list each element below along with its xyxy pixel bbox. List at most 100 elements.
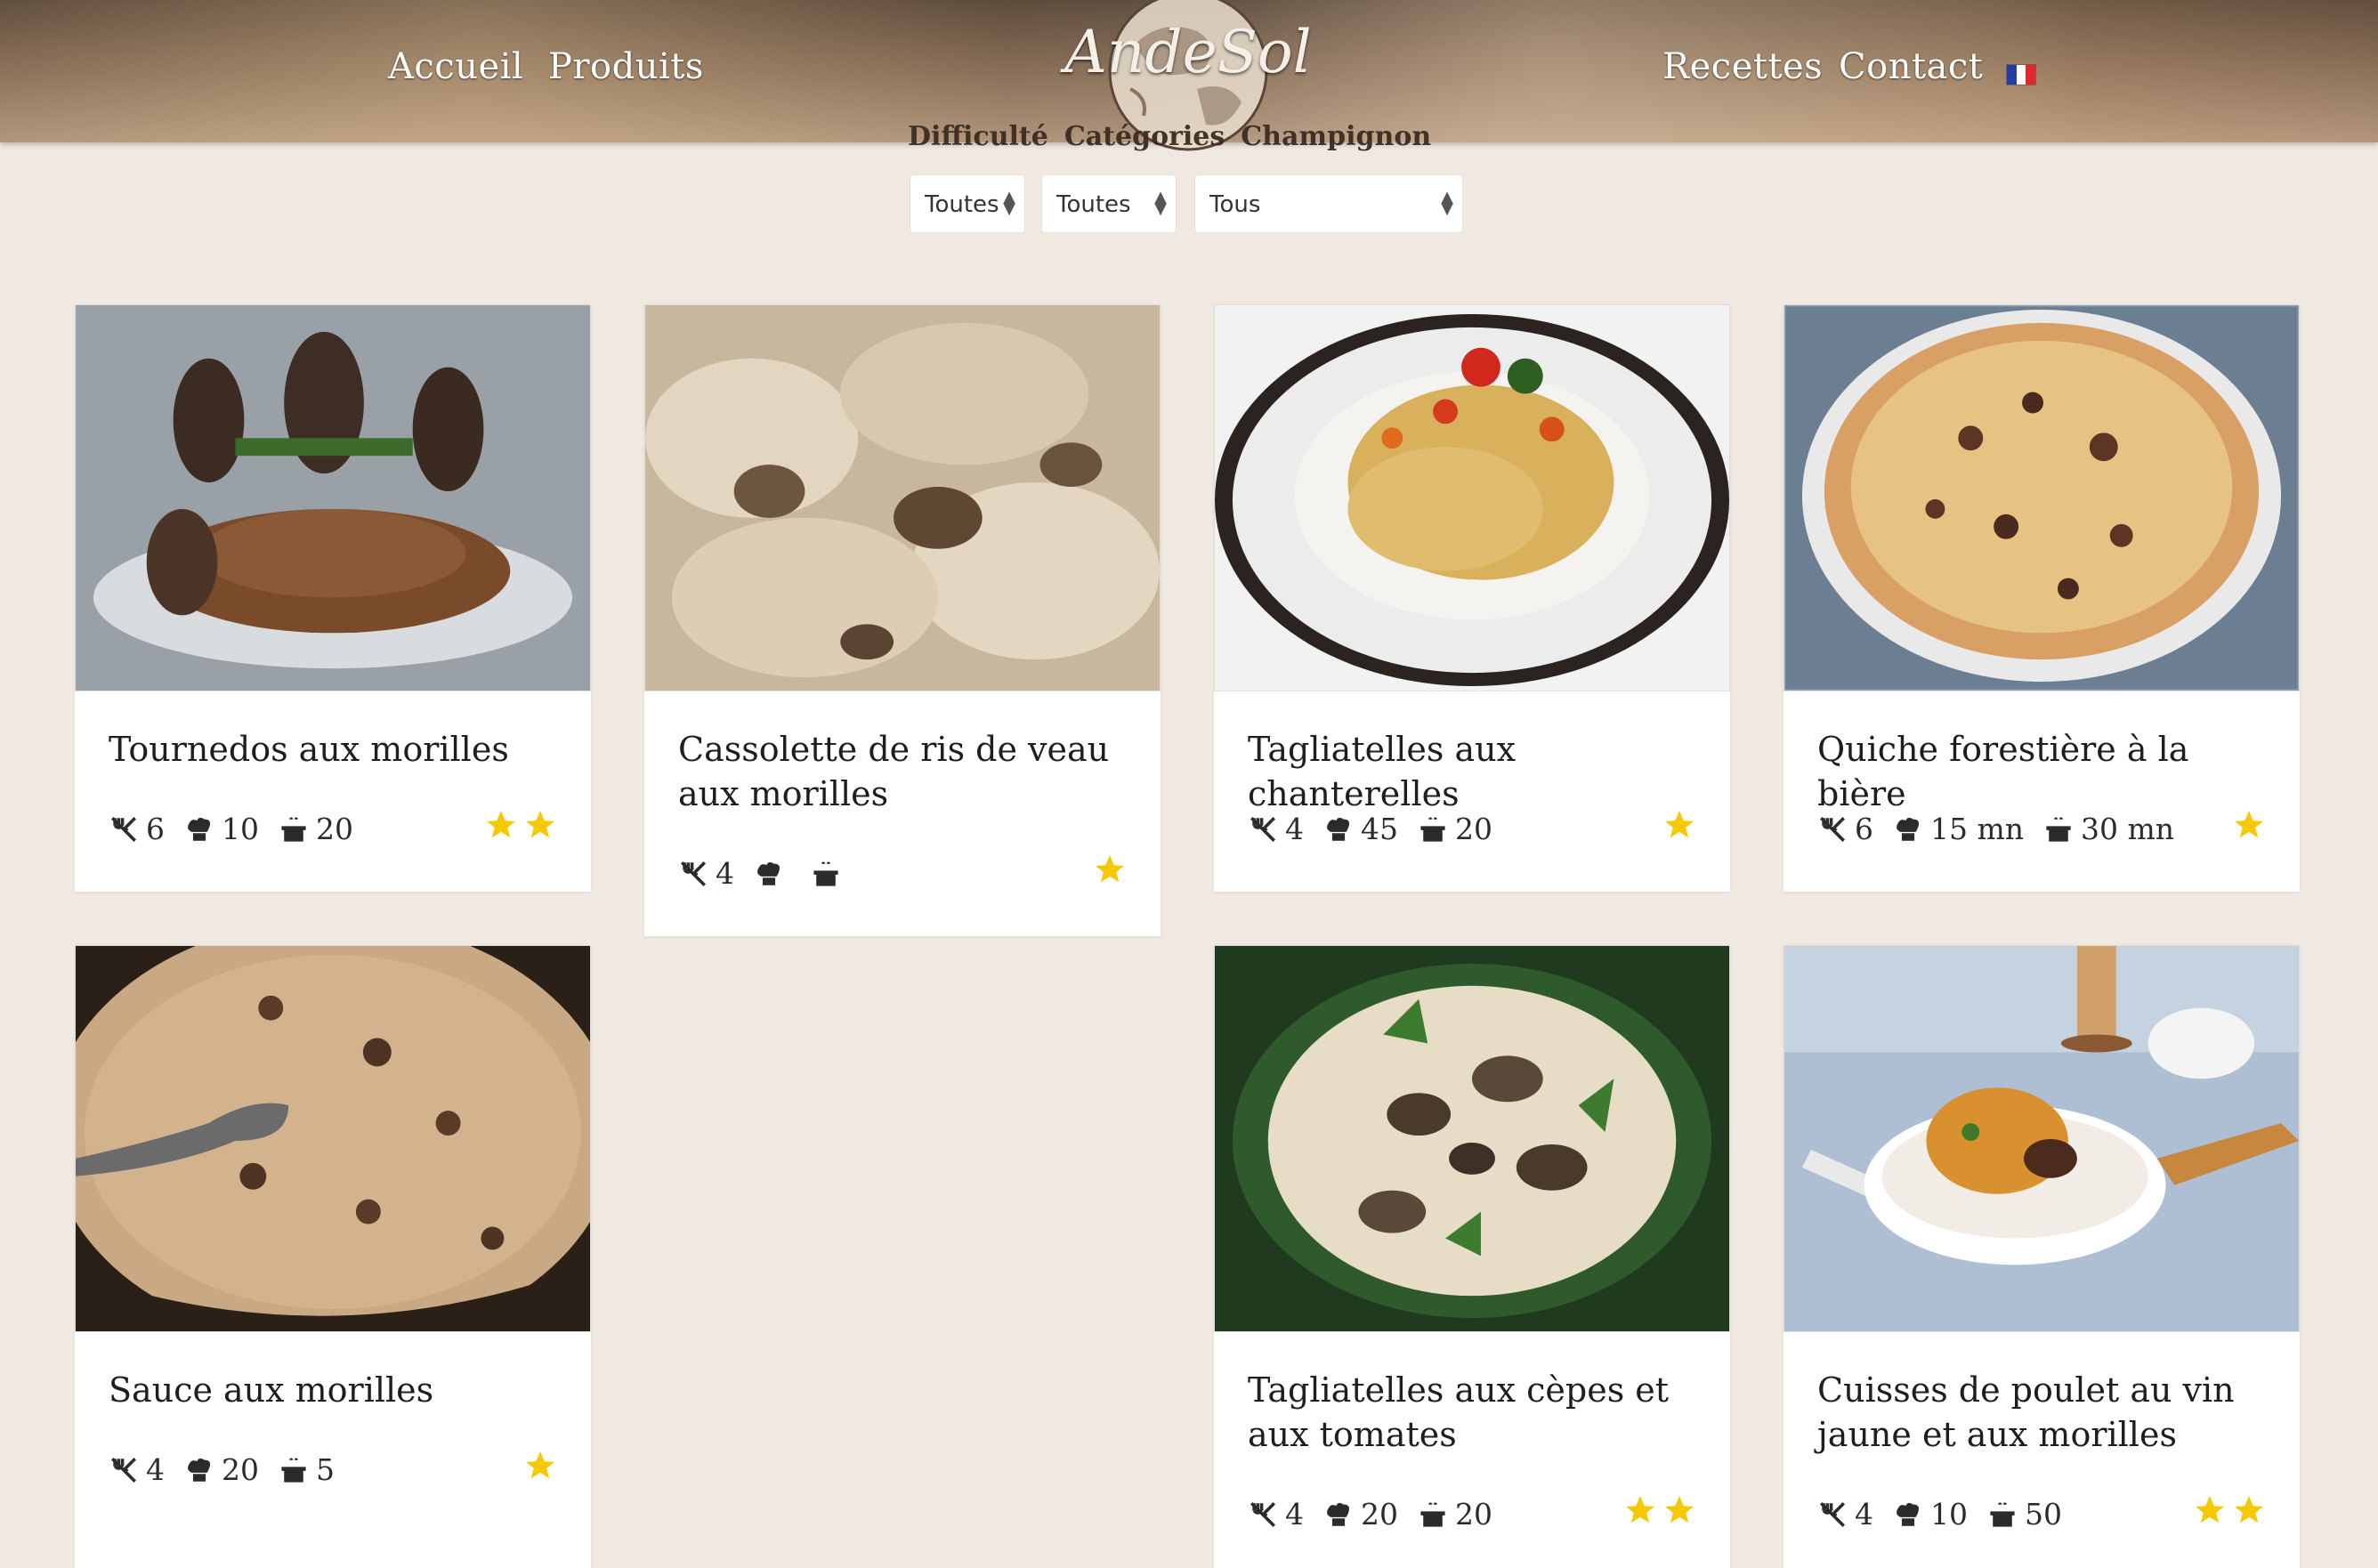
servings-value: 4 [1855,1497,1873,1532]
difficulty-stars [484,808,557,842]
cooking-pot-icon [1990,1501,2015,1527]
recipe-card[interactable]: Quiche forestière à la bière 6 15 mn 30 … [1783,303,2301,892]
difficulty-select[interactable]: Toutes ▲ ▼ [910,174,1025,233]
recipe-card[interactable]: Cassolette de ris de veau aux morilles 4 [644,304,1161,936]
mushroom-select[interactable]: Tous ▲ ▼ [1194,174,1463,233]
recipe-photo[interactable] [75,304,591,691]
utensils-icon [1819,816,1846,842]
mushroom-select-value: Tous [1209,191,1261,218]
recipe-title[interactable]: Tagliatelles aux cèpes et aux tomates [1214,1368,1730,1457]
star-icon [526,811,554,838]
star-icon [2235,811,2263,838]
prep-time-value: 45 [1361,812,1398,846]
recipe-meta: 4 10 50 [1817,1497,2082,1532]
servings-value: 4 [1285,1497,1304,1532]
cooking-pot-icon [1420,816,1445,842]
recipe-photo[interactable] [1783,303,2301,692]
difficulty-stars [2193,1493,2266,1527]
star-icon [1665,811,1694,838]
cooking-pot-icon [813,861,838,886]
recipe-photo[interactable] [1784,945,2300,1332]
cook-time-value: 50 [2025,1497,2062,1532]
recipe-meta: 6 15 mn 30 mn [1817,812,2194,846]
filter-labels: Difficulté Catégories Champignon [908,121,1431,152]
nav-home-link[interactable]: Accueil [388,46,523,87]
utensils-icon [110,1457,137,1483]
recipe-meta: 6 10 20 [109,812,373,846]
logo-text: AndeSol [1064,18,1312,86]
recipe-card[interactable]: Tagliatelles aux cèpes et aux tomates 4 … [1214,945,1730,1568]
difficulty-stars [1623,1493,1696,1527]
cooking-pot-icon [281,816,306,842]
utensils-icon [680,861,707,886]
recipe-meta: 4 20 5 [109,1452,354,1487]
prep-time-value: 10 [1930,1497,1968,1532]
chef-hat-icon [1897,817,1920,841]
difficulty-stars [1662,808,1696,842]
star-icon [526,1451,554,1479]
nav-contact-link[interactable]: Contact [1839,46,1983,87]
select-arrows-icon: ▲ ▼ [1003,188,1015,218]
recipe-title[interactable]: Cuisses de poulet au vin jaune et aux mo… [1784,1368,2300,1457]
recipe-card[interactable]: Tagliatelles aux chanterelles 4 45 20 [1214,304,1730,892]
recipe-photo[interactable] [49,919,617,1345]
prep-time-value: 15 mn [1930,812,2025,846]
recipe-title[interactable]: Tagliatelles aux chanterelles [1214,727,1730,816]
servings-value: 4 [716,856,734,891]
recipe-meta: 4 [678,856,868,891]
chef-hat-icon [757,861,781,885]
recipe-title[interactable]: Quiche forestière à la bière [1784,727,2300,816]
recipe-card[interactable]: Cuisses de poulet au vin jaune et aux mo… [1784,945,2300,1568]
recipe-photo[interactable] [1214,945,1730,1332]
chef-hat-icon [1327,1502,1350,1526]
servings-value: 4 [146,1452,165,1487]
recipe-meta: 4 45 20 [1248,812,1512,846]
filter-label-mushroom: Champignon [1241,121,1432,152]
cook-time-value: 20 [316,812,353,846]
difficulty-stars [2232,808,2266,842]
servings-value: 4 [1285,812,1304,846]
cook-time-value: 20 [1455,812,1492,846]
difficulty-stars [1093,853,1127,886]
select-arrows-icon: ▲ ▼ [1154,188,1167,218]
recipe-photo[interactable] [1214,304,1730,691]
chef-hat-icon [1897,1502,1920,1526]
nav-products-link[interactable]: Produits [548,46,704,87]
recipe-title[interactable]: Cassolette de ris de veau aux morilles [644,727,1161,816]
cooking-pot-icon [281,1457,306,1483]
recipe-card[interactable]: Tournedos aux morilles 6 10 20 [75,304,591,892]
recipe-title[interactable]: Tournedos aux morilles [75,727,591,772]
recipe-meta: 4 20 20 [1248,1497,1512,1532]
prep-time-value: 20 [1361,1497,1398,1532]
chef-hat-icon [188,817,211,841]
star-icon [1096,855,1124,883]
utensils-icon [1819,1501,1846,1527]
difficulty-stars [523,1449,557,1483]
utensils-icon [1250,1501,1276,1527]
star-icon [2196,1496,2224,1524]
recipe-photo[interactable] [644,304,1161,691]
nav-recipes-link[interactable]: Recettes [1662,46,1823,87]
star-icon [487,811,515,838]
filter-label-categories: Catégories [1064,121,1225,152]
utensils-icon [1250,816,1276,842]
prep-time-value: 10 [222,812,259,846]
select-arrows-icon: ▲ ▼ [1441,188,1453,218]
chef-hat-icon [1327,817,1350,841]
servings-value: 6 [146,812,165,846]
cook-time-value: 5 [316,1452,335,1487]
category-select-value: Toutes [1056,191,1131,218]
star-icon [2235,1496,2263,1524]
difficulty-select-value: Toutes [925,191,999,218]
prep-time-value: 20 [222,1452,259,1487]
cook-time-value: 30 mn [2081,812,2175,846]
filter-label-difficulty: Difficulté [908,121,1048,152]
servings-value: 6 [1855,812,1873,846]
recipe-card[interactable]: Sauce aux morilles 4 20 5 [49,919,617,1568]
chef-hat-icon [188,1458,211,1482]
category-select[interactable]: Toutes ▲ ▼ [1041,174,1177,233]
star-icon [1626,1496,1654,1524]
recipe-title[interactable]: Sauce aux morilles [75,1368,591,1412]
french-flag-icon[interactable] [2006,64,2036,85]
utensils-icon [110,816,137,842]
